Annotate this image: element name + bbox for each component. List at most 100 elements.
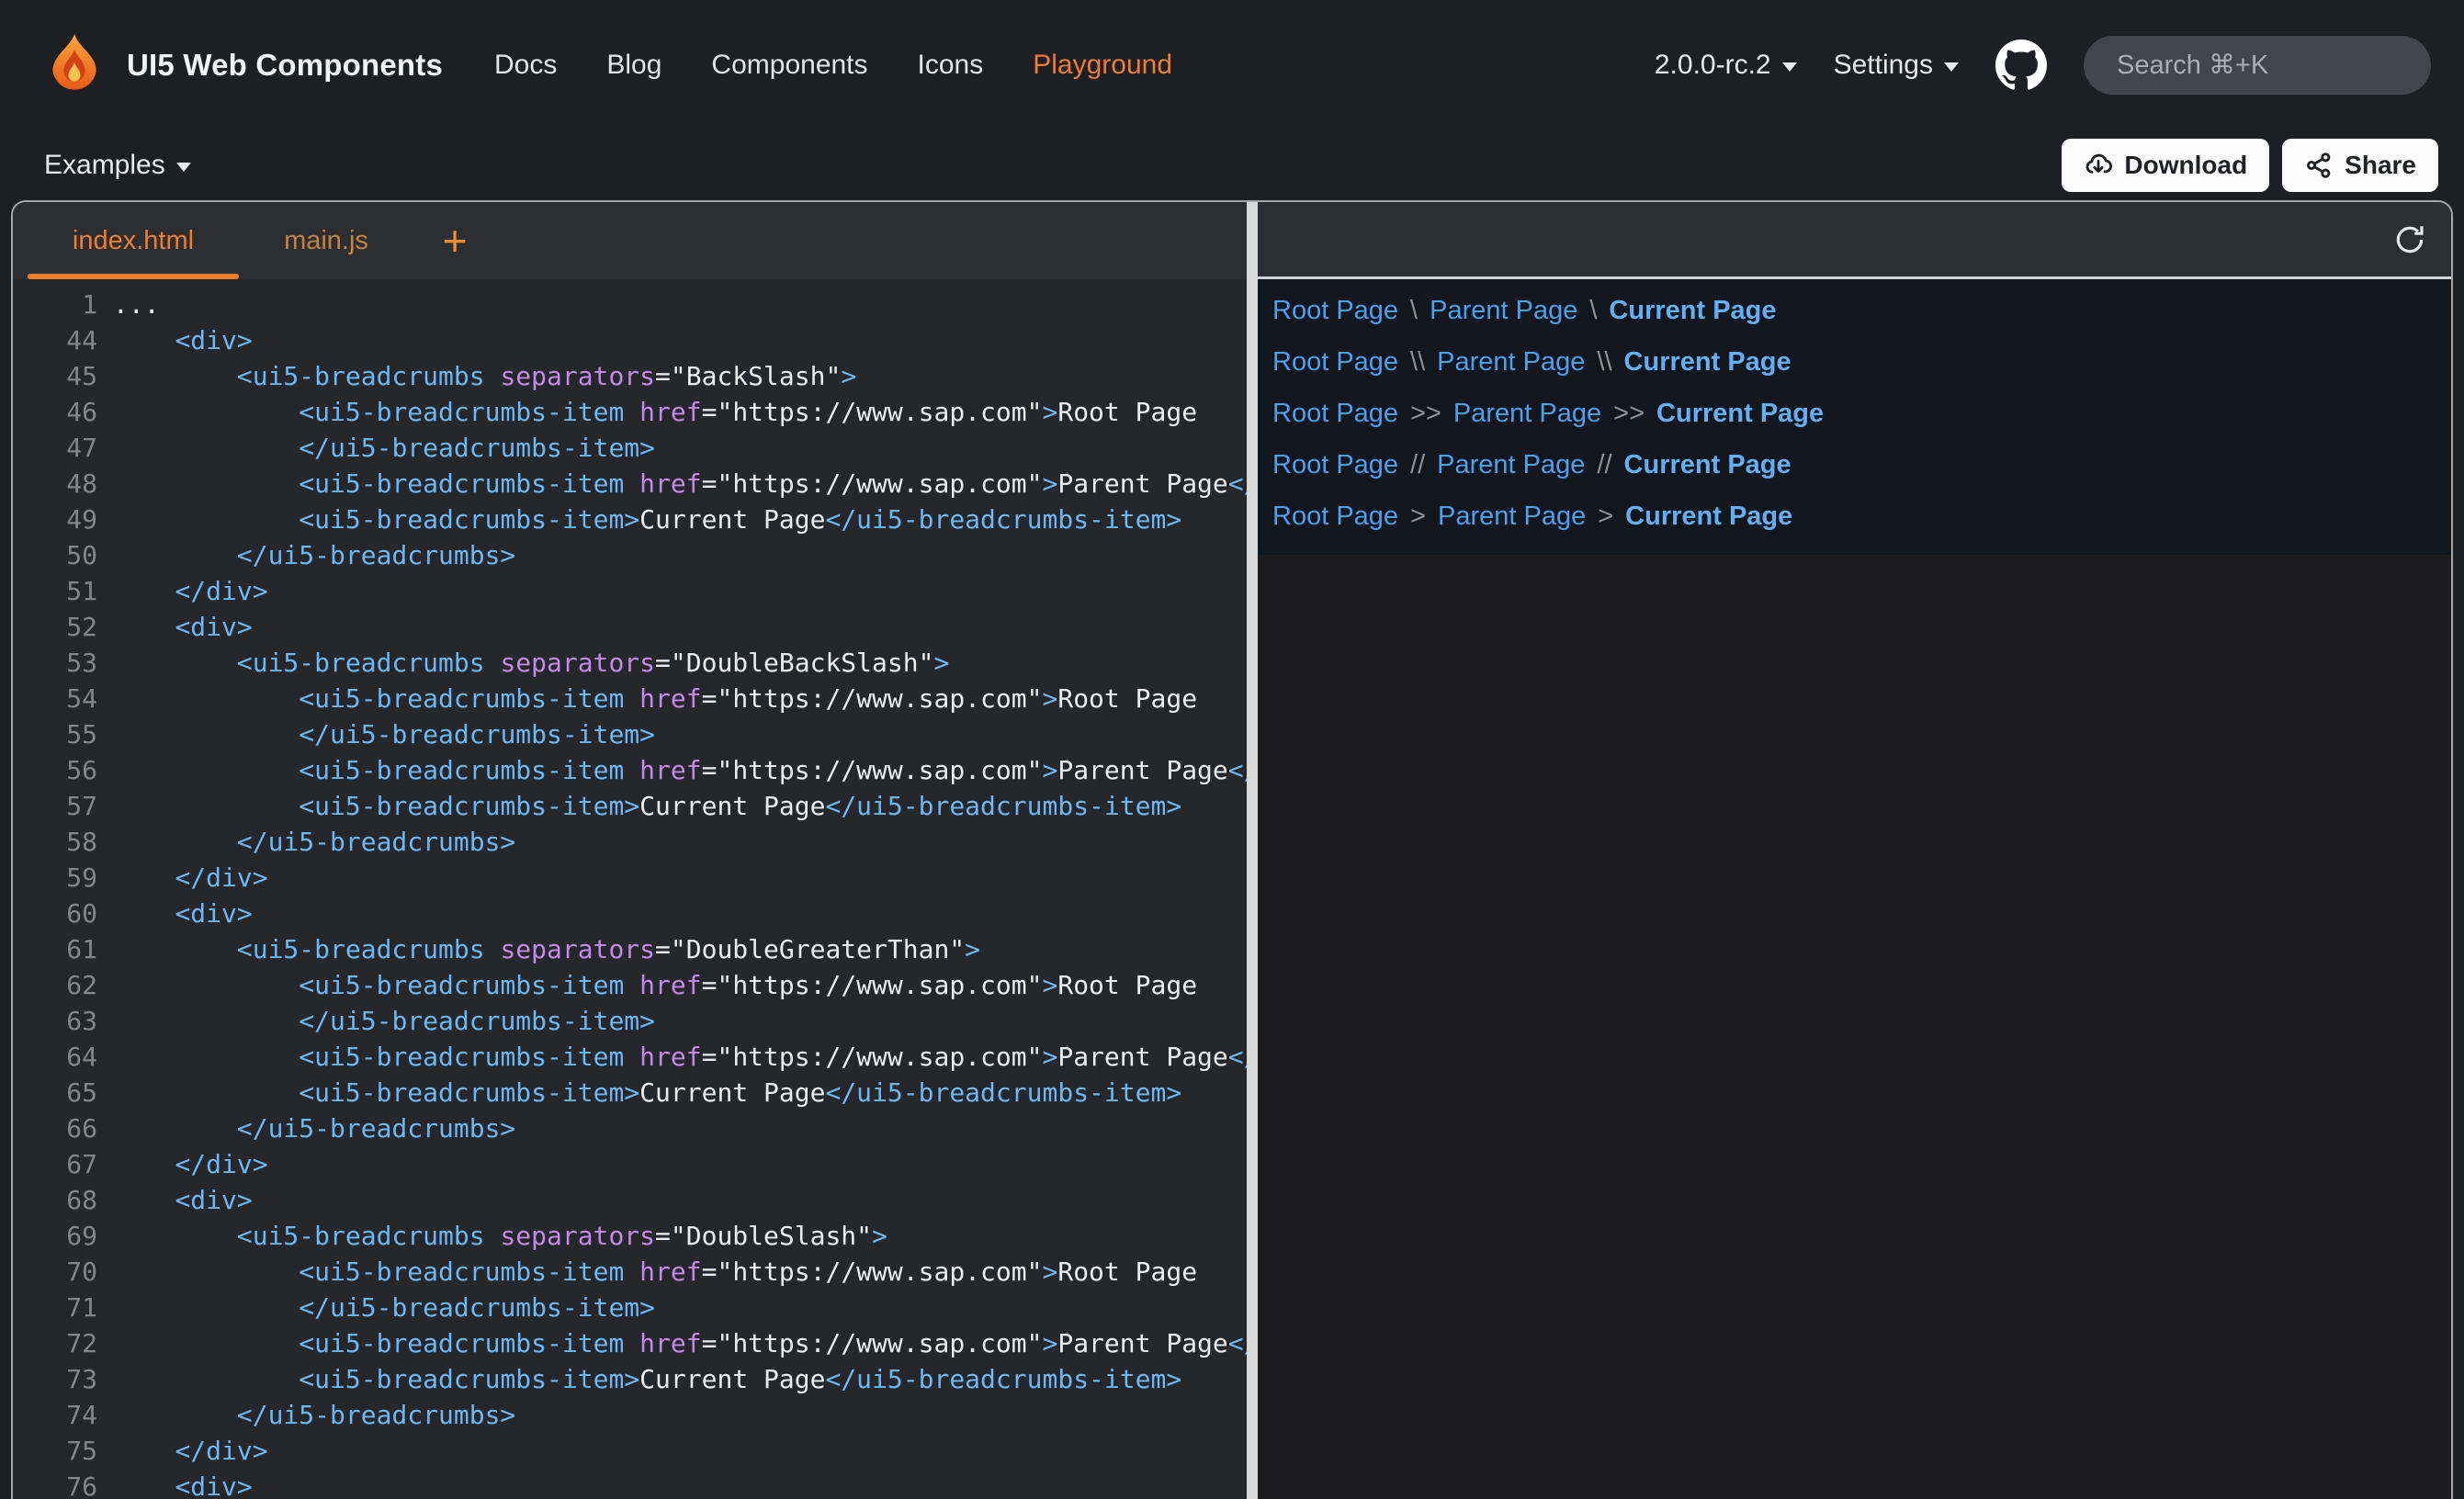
code-line: 73 <ui5-breadcrumbs-item>Current Page</u… [13,1361,1247,1397]
code-text: <ui5-breadcrumbs separators="DoubleGreat… [113,931,980,967]
code-text: </div> [113,1146,268,1182]
share-button[interactable]: Share [2282,139,2438,192]
breadcrumb-link-root[interactable]: Root Page [1272,399,1398,429]
code-text: </ui5-breadcrumbs-item> [113,430,655,466]
breadcrumb-separator: >> [1613,399,1645,429]
code-text: </div> [113,573,268,609]
nav-item-icons[interactable]: Icons [918,50,984,81]
code-line: 49 <ui5-breadcrumbs-item>Current Page</u… [13,502,1247,537]
breadcrumb-row: Root Page//Parent Page//Current Page [1272,439,2436,490]
pane-divider[interactable] [1247,202,1258,1499]
breadcrumb-link-parent[interactable]: Parent Page [1438,502,1586,532]
breadcrumb-current: Current Page [1609,296,1776,326]
nav-item-playground[interactable]: Playground [1033,50,1172,81]
breadcrumb-link-root[interactable]: Root Page [1272,296,1398,326]
code-text: <ui5-breadcrumbs-item href="https://www.… [113,1254,1197,1290]
line-number: 46 [13,394,97,430]
breadcrumb-link-parent[interactable]: Parent Page [1453,399,1601,429]
code-line: 69 <ui5-breadcrumbs separators="DoubleSl… [13,1218,1247,1254]
code-line: 51 </div> [13,573,1247,609]
line-number: 54 [13,681,97,716]
code-line: 64 <ui5-breadcrumbs-item href="https://w… [13,1039,1247,1075]
code-line: 52 <div> [13,609,1247,645]
breadcrumb-current: Current Page [1656,399,1824,429]
version-dropdown[interactable]: 2.0.0-rc.2 [1655,50,1797,81]
breadcrumb-link-root[interactable]: Root Page [1272,347,1398,378]
breadcrumb-separator: \\ [1597,347,1611,378]
line-number: 50 [13,537,97,573]
code-line: 48 <ui5-breadcrumbs-item href="https://w… [13,466,1247,502]
share-label: Share [2345,151,2416,180]
nav-item-blog[interactable]: Blog [606,50,661,81]
breadcrumb-separator: // [1597,450,1611,480]
code-line: 74 </ui5-breadcrumbs> [13,1397,1247,1433]
nav-item-components[interactable]: Components [711,50,867,81]
code-line: 54 <ui5-breadcrumbs-item href="https://w… [13,681,1247,716]
code-text: <ui5-breadcrumbs separators="BackSlash"> [113,358,856,394]
search-box[interactable] [2084,36,2431,95]
nav-item-docs[interactable]: Docs [494,50,557,81]
code-line: 45 <ui5-breadcrumbs separators="BackSlas… [13,358,1247,394]
line-number: 44 [13,322,97,358]
breadcrumb-link-root[interactable]: Root Page [1272,502,1398,532]
code-text: </ui5-breadcrumbs-item> [113,716,655,752]
code-line: 47 </ui5-breadcrumbs-item> [13,430,1247,466]
code-line: 71 </ui5-breadcrumbs-item> [13,1290,1247,1325]
line-number: 58 [13,824,97,860]
breadcrumb-link-parent[interactable]: Parent Page [1430,296,1577,326]
breadcrumb-link-parent[interactable]: Parent Page [1437,347,1585,378]
examples-dropdown[interactable]: Examples [44,150,191,181]
line-number: 62 [13,967,97,1003]
chevron-down-icon [1944,62,1959,72]
breadcrumb-separator: // [1410,450,1425,480]
code-line: 56 <ui5-breadcrumbs-item href="https://w… [13,752,1247,788]
add-tab-button[interactable]: + [413,202,496,279]
breadcrumbs-section: Root Page\Parent Page\Current PageRoot P… [1258,279,2451,555]
code-text: </ui5-breadcrumbs> [113,1110,515,1146]
line-number: 57 [13,788,97,824]
download-button[interactable]: Download [2062,139,2269,192]
code-text: <ui5-breadcrumbs-item>Current Page</ui5-… [113,1075,1181,1110]
line-number: 67 [13,1146,97,1182]
github-link[interactable] [1995,39,2047,91]
tab-index.html[interactable]: index.html [28,202,239,279]
breadcrumb-row: Root Page\\Parent Page\\Current Page [1272,336,2436,388]
code-text: <ui5-breadcrumbs-item>Current Page</ui5-… [113,788,1181,824]
line-number: 56 [13,752,97,788]
line-number: 66 [13,1110,97,1146]
brand[interactable]: UI5 Web Components [40,31,443,99]
code-line: 1... [13,287,1247,322]
code-text: <ui5-breadcrumbs-item>Current Page</ui5-… [113,502,1181,537]
playground-container: index.htmlmain.js + 1...44 <div>45 <ui5-… [11,200,2453,1499]
tab-main.js[interactable]: main.js [239,202,413,279]
code-line: 62 <ui5-breadcrumbs-item href="https://w… [13,967,1247,1003]
refresh-icon [2392,222,2427,257]
code-text: <div> [113,322,253,358]
line-number: 75 [13,1433,97,1469]
breadcrumb-link-root[interactable]: Root Page [1272,450,1398,480]
code-text: </ui5-breadcrumbs> [113,537,515,573]
line-number: 69 [13,1218,97,1254]
ui5-logo-icon [40,31,108,99]
code-text: <ui5-breadcrumbs-item href="https://www.… [113,1325,1247,1361]
code-text: <div> [113,1469,253,1499]
code-line: 59 </div> [13,860,1247,896]
settings-dropdown[interactable]: Settings [1834,50,1959,81]
line-number: 55 [13,716,97,752]
code-line: 50 </ui5-breadcrumbs> [13,537,1247,573]
code-text: <ui5-breadcrumbs-item href="https://www.… [113,466,1247,502]
breadcrumb-link-parent[interactable]: Parent Page [1437,450,1585,480]
code-line: 65 <ui5-breadcrumbs-item>Current Page</u… [13,1075,1247,1110]
breadcrumb-separator: \ [1410,296,1418,326]
refresh-button[interactable] [2392,222,2427,257]
line-number: 49 [13,502,97,537]
code-text: ... [113,287,160,322]
top-navigation: UI5 Web Components Docs Blog Components Ico… [0,0,2464,130]
breadcrumb-row: Root Page>Parent Page>Current Page [1272,490,2436,542]
chevron-down-icon [176,163,191,172]
code-editor[interactable]: 1...44 <div>45 <ui5-breadcrumbs separato… [13,279,1247,1499]
search-input[interactable] [2117,51,2463,81]
code-text: <ui5-breadcrumbs-item href="https://www.… [113,1039,1247,1075]
code-line: 57 <ui5-breadcrumbs-item>Current Page</u… [13,788,1247,824]
line-number: 73 [13,1361,97,1397]
